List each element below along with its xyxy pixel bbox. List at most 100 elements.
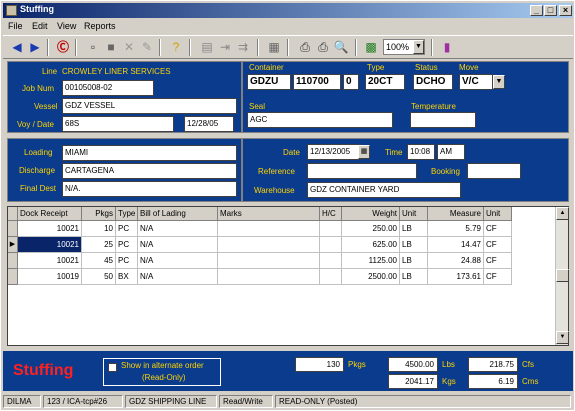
cell-type[interactable]: PC — [116, 253, 138, 269]
exit-icon[interactable]: ▮ — [439, 39, 455, 55]
col-hc[interactable]: H/C — [320, 207, 342, 221]
cell-hc[interactable] — [320, 237, 342, 253]
final-dest-field[interactable]: N/A. — [62, 181, 237, 197]
date-field[interactable]: 12/13/2005 — [307, 144, 361, 160]
cell-weight-unit[interactable]: LB — [400, 253, 428, 269]
cell-bill-of-lading[interactable]: N/A — [138, 221, 218, 237]
grid-icon[interactable]: ▩ — [363, 39, 379, 55]
cell-weight-unit[interactable]: LB — [400, 237, 428, 253]
ampm-field[interactable]: AM — [437, 144, 465, 160]
cell-dock-receipt[interactable]: 10021 — [18, 221, 82, 237]
cell-marks[interactable] — [218, 269, 320, 285]
edit-icon[interactable]: ✎ — [139, 39, 155, 55]
cell-type[interactable]: BX — [116, 269, 138, 285]
back-icon[interactable]: ◀ — [9, 39, 25, 55]
vertical-scrollbar[interactable]: ▲ ▼ — [555, 207, 569, 345]
cell-weight[interactable]: 2500.00 — [342, 269, 400, 285]
cell-measure-unit[interactable]: CF — [484, 221, 512, 237]
print-icon[interactable]: ⎙ — [297, 39, 313, 55]
cell-pkgs[interactable]: 25 — [82, 237, 116, 253]
action-icon-3[interactable]: ⇉ — [235, 39, 251, 55]
menu-edit[interactable]: Edit — [32, 21, 48, 31]
title-bar[interactable]: Stuffing _ □ × — [3, 3, 573, 18]
chevron-down-icon[interactable]: ▼ — [413, 40, 424, 54]
loading-field[interactable]: MIAMI — [62, 145, 237, 161]
col-dock-receipt[interactable]: Dock Receipt — [18, 207, 82, 221]
chevron-down-icon[interactable]: ▼ — [493, 75, 505, 89]
forward-icon[interactable]: ▶ — [27, 39, 43, 55]
cell-hc[interactable] — [320, 253, 342, 269]
cell-measure-unit[interactable]: CF — [484, 253, 512, 269]
cell-hc[interactable] — [320, 269, 342, 285]
help-icon[interactable]: ? — [168, 39, 184, 55]
save-icon[interactable]: ■ — [103, 39, 119, 55]
cell-marks[interactable] — [218, 253, 320, 269]
copy-icon[interactable]: ▦ — [266, 39, 282, 55]
menu-view[interactable]: View — [57, 21, 76, 31]
temperature-field[interactable] — [410, 112, 476, 128]
row-header[interactable] — [8, 221, 18, 237]
cell-bill-of-lading[interactable]: N/A — [138, 269, 218, 285]
cell-pkgs[interactable]: 10 — [82, 221, 116, 237]
cell-measure-unit[interactable]: CF — [484, 237, 512, 253]
new-icon[interactable]: ▫ — [85, 39, 101, 55]
cell-pkgs[interactable]: 45 — [82, 253, 116, 269]
move-select[interactable]: V/C — [459, 74, 493, 90]
calendar-icon[interactable]: ▦ — [358, 145, 370, 159]
col-weight-unit[interactable]: Unit — [400, 207, 428, 221]
cell-measure[interactable]: 5.79 — [428, 221, 484, 237]
row-header[interactable] — [8, 253, 18, 269]
action-icon-1[interactable]: ▤ — [199, 39, 215, 55]
warehouse-field[interactable]: GDZ CONTAINER YARD — [307, 182, 461, 198]
row-selector-icon[interactable]: ▶ — [8, 237, 18, 253]
container-check-field[interactable]: 0 — [343, 74, 359, 90]
table-row[interactable]: 10019 50 BX N/A 2500.00 LB 173.61 CF — [8, 269, 556, 285]
cell-measure-unit[interactable]: CF — [484, 269, 512, 285]
cell-pkgs[interactable]: 50 — [82, 269, 116, 285]
refresh-icon[interactable]: Ⓒ — [55, 39, 71, 55]
cell-measure[interactable]: 14.47 — [428, 237, 484, 253]
time-field[interactable]: 10:08 — [407, 144, 435, 160]
cell-dock-receipt[interactable]: 10021 — [18, 253, 82, 269]
cell-dock-receipt[interactable]: 10021 — [18, 237, 82, 253]
seal-field[interactable]: AGC — [247, 112, 393, 128]
cell-measure[interactable]: 24.88 — [428, 253, 484, 269]
reference-field[interactable] — [307, 163, 417, 179]
cell-weight[interactable]: 250.00 — [342, 221, 400, 237]
scroll-up-icon[interactable]: ▲ — [556, 207, 569, 220]
action-icon-2[interactable]: ⇥ — [217, 39, 233, 55]
row-header[interactable] — [8, 269, 18, 285]
col-measure[interactable]: Measure — [428, 207, 484, 221]
job-num-field[interactable]: 00105008-02 — [62, 80, 154, 96]
table-row[interactable]: 10021 10 PC N/A 250.00 LB 5.79 CF — [8, 221, 556, 237]
table-row[interactable]: 10021 45 PC N/A 1125.00 LB 24.88 CF — [8, 253, 556, 269]
table-row[interactable]: ▶ 10021 25 PC N/A 625.00 LB 14.47 CF — [8, 237, 556, 253]
cell-type[interactable]: PC — [116, 237, 138, 253]
print-preview-icon[interactable]: 🔍 — [333, 39, 349, 55]
vessel-field[interactable]: GDZ VESSEL — [62, 98, 237, 114]
maximize-button[interactable]: □ — [544, 5, 557, 16]
container-prefix-field[interactable]: GDZU — [247, 74, 291, 90]
voyage-field[interactable]: 68S — [62, 116, 174, 132]
cell-bill-of-lading[interactable]: N/A — [138, 253, 218, 269]
cell-marks[interactable] — [218, 237, 320, 253]
cell-weight[interactable]: 1125.00 — [342, 253, 400, 269]
scroll-down-icon[interactable]: ▼ — [556, 331, 569, 344]
col-pkgs[interactable]: Pkgs — [82, 207, 116, 221]
cell-marks[interactable] — [218, 221, 320, 237]
cell-weight-unit[interactable]: LB — [400, 221, 428, 237]
col-weight[interactable]: Weight — [342, 207, 400, 221]
cell-type[interactable]: PC — [116, 221, 138, 237]
col-bill-of-lading[interactable]: Bill of Lading — [138, 207, 218, 221]
cell-weight-unit[interactable]: LB — [400, 269, 428, 285]
status-field[interactable]: DCHO — [413, 74, 453, 90]
discharge-field[interactable]: CARTAGENA — [62, 163, 237, 179]
booking-field[interactable] — [467, 163, 521, 179]
alt-order-checkbox[interactable] — [108, 363, 117, 372]
print-setup-icon[interactable]: ⎙ — [315, 39, 331, 55]
cell-weight[interactable]: 625.00 — [342, 237, 400, 253]
cell-hc[interactable] — [320, 221, 342, 237]
menu-reports[interactable]: Reports — [84, 21, 116, 31]
delete-icon[interactable]: ✕ — [121, 39, 137, 55]
voyage-date-field[interactable]: 12/28/05 — [184, 116, 234, 132]
